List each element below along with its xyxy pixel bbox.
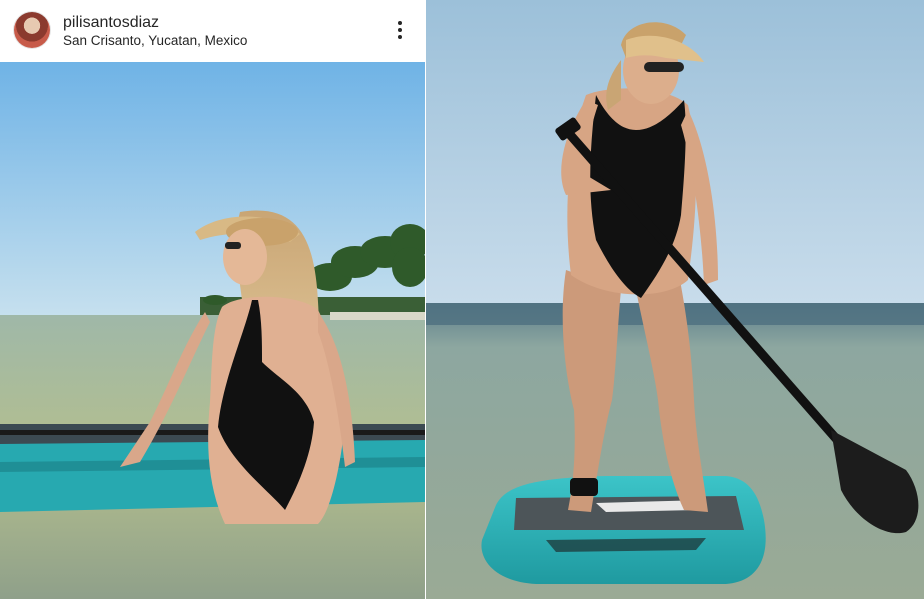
profile-avatar[interactable] bbox=[14, 12, 50, 48]
more-options-button[interactable] bbox=[390, 18, 410, 42]
post-header: pilisantosdiaz San Crisanto, Yucatan, Me… bbox=[0, 0, 425, 62]
photo-left-image bbox=[0, 62, 425, 599]
photo-right-image bbox=[426, 0, 924, 599]
location-link[interactable]: San Crisanto, Yucatan, Mexico bbox=[63, 33, 247, 48]
more-options-icon bbox=[398, 21, 402, 39]
post-photo-right[interactable] bbox=[426, 0, 924, 599]
username[interactable]: pilisantosdiaz bbox=[63, 14, 159, 32]
post-photo-left[interactable] bbox=[0, 62, 425, 599]
